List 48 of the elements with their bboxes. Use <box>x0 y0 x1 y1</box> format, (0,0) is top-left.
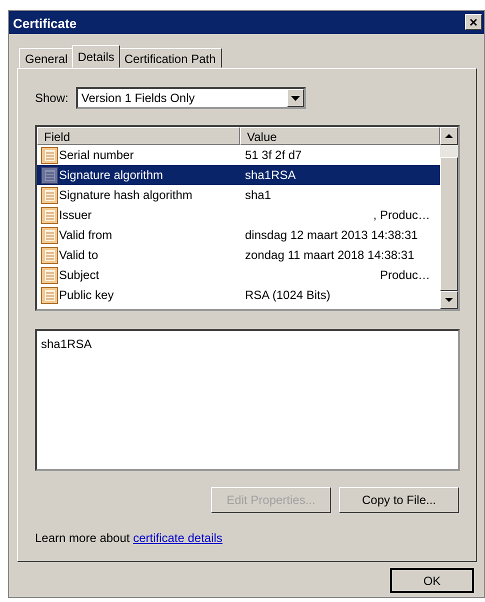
field-name: Valid from <box>59 227 112 244</box>
field-value: Produc… <box>380 268 430 282</box>
list-row[interactable]: Public key RSA (1024 Bits) <box>37 285 440 305</box>
certificate-field-icon <box>41 246 58 264</box>
field-name: Issuer <box>59 207 92 224</box>
list-row[interactable]: Serial number 51 3f 2f d7 <box>37 145 440 165</box>
certificate-details-link[interactable]: certificate details <box>133 531 222 545</box>
value-text: sha1RSA <box>41 337 92 351</box>
field-value: dinsdag 12 maart 2013 14:38:31 <box>245 228 418 242</box>
field-value: , Produc… <box>373 208 430 222</box>
field-value: sha1 <box>245 188 272 202</box>
scroll-bar[interactable] <box>440 127 458 309</box>
value-text-box[interactable]: sha1RSA <box>35 329 460 471</box>
tab[interactable]: Details <box>72 45 120 68</box>
field-name: Serial number <box>59 147 134 164</box>
certificate-field-icon <box>41 206 58 224</box>
list-row[interactable]: Valid from dinsdag 12 maart 2013 14:38:31 <box>37 225 440 245</box>
copy-to-file-button[interactable]: Copy to File... <box>339 487 459 513</box>
certificate-field-icon <box>41 166 58 184</box>
list-row[interactable]: Signature algorithm sha1RSA <box>37 165 440 185</box>
field-name: Signature algorithm <box>59 167 164 184</box>
field-name: Public key <box>59 287 114 304</box>
show-dropdown[interactable]: Version 1 Fields Only <box>76 87 306 109</box>
close-button[interactable]: × <box>465 14 482 30</box>
field-value: sha1RSA <box>245 168 296 182</box>
certificate-field-icon <box>41 226 58 244</box>
field-name: Subject <box>59 267 100 284</box>
certificate-field-icon <box>41 286 58 304</box>
tab[interactable]: General <box>19 48 74 68</box>
window-title: Certificate <box>13 16 77 31</box>
certificate-field-icon <box>41 146 58 164</box>
show-label: Show: <box>35 90 68 107</box>
ok-button[interactable]: OK <box>390 568 474 593</box>
column-header[interactable]: Value <box>240 127 440 145</box>
field-value: RSA (1024 Bits) <box>245 288 330 302</box>
field-name: Valid to <box>59 247 98 264</box>
certificate-field-icon <box>41 266 58 284</box>
list-row[interactable]: Signature hash algorithm sha1 <box>37 185 440 205</box>
list-row[interactable]: Issuer , Produc… <box>37 205 440 225</box>
field-value: 51 3f 2f d7 <box>245 148 302 162</box>
learn-more-text: Learn more about certificate details <box>35 530 224 547</box>
tab[interactable]: Certification Path <box>118 48 222 68</box>
certificate-field-icon <box>41 186 58 204</box>
field-name: Signature hash algorithm <box>59 187 192 204</box>
column-header[interactable]: Field <box>37 127 240 145</box>
list-row[interactable]: Subject Produc… <box>37 265 440 285</box>
field-value: zondag 11 maart 2018 14:38:31 <box>245 248 414 262</box>
list-row[interactable]: Valid to zondag 11 maart 2018 14:38:31 <box>37 245 440 265</box>
